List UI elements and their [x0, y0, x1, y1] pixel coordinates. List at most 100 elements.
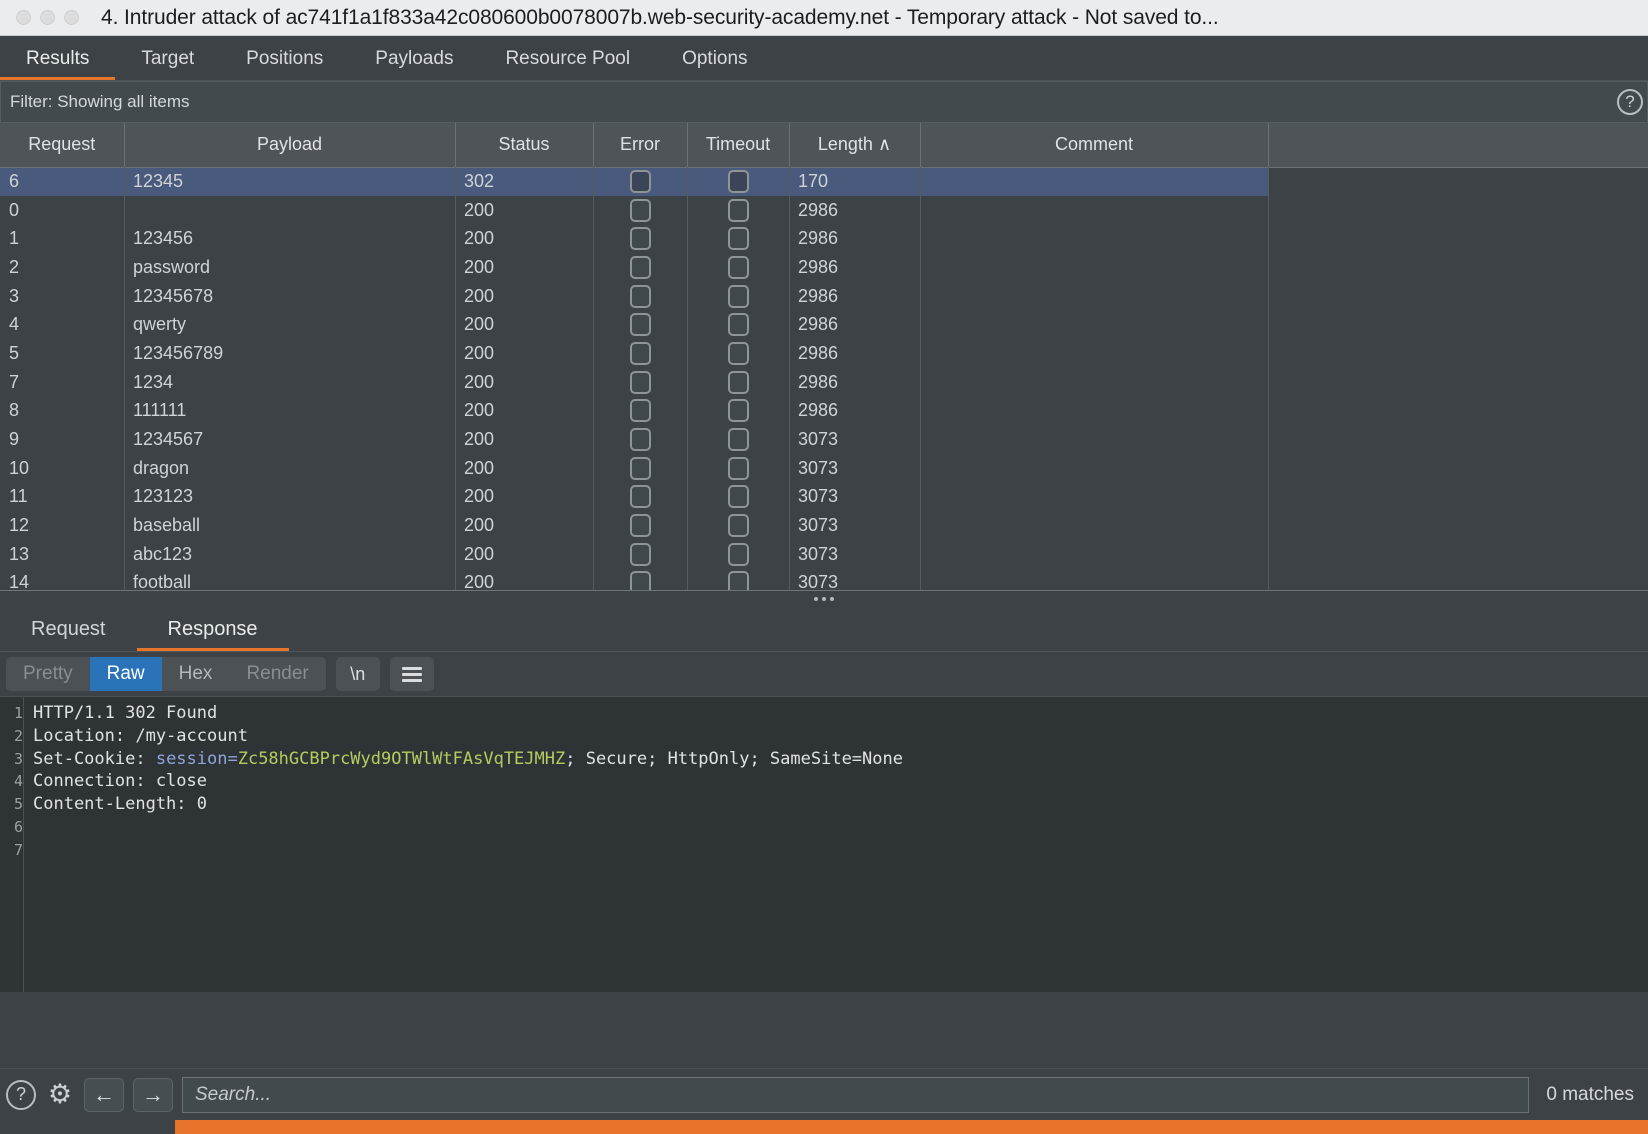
column-header-length[interactable]: Length ∧: [789, 123, 920, 167]
line-number: 1: [0, 702, 23, 725]
maximize-icon[interactable]: [64, 10, 79, 25]
column-header-payload[interactable]: Payload: [124, 123, 455, 167]
timeout-checkbox[interactable]: [728, 543, 749, 566]
table-row[interactable]: 51234567892002986: [0, 339, 1648, 368]
view-mode-hex[interactable]: Hex: [162, 657, 230, 691]
timeout-checkbox[interactable]: [728, 399, 749, 422]
timeout-checkbox[interactable]: [728, 256, 749, 279]
cell-timeout: [687, 368, 789, 397]
search-input[interactable]: [182, 1077, 1529, 1113]
cell-length: 3073: [789, 483, 920, 512]
error-checkbox[interactable]: [630, 485, 651, 508]
arrow-right-icon[interactable]: →: [133, 1078, 173, 1112]
line-number: 4: [0, 770, 23, 793]
table-row[interactable]: 3123456782002986: [0, 282, 1648, 311]
tab-payloads[interactable]: Payloads: [349, 36, 479, 81]
response-line: Set-Cookie: session=Zc58hGCBPrcWyd9OTWlW…: [33, 748, 1648, 771]
timeout-checkbox[interactable]: [728, 342, 749, 365]
error-checkbox[interactable]: [630, 199, 651, 222]
table-row[interactable]: 14football2003073: [0, 569, 1648, 590]
table-row[interactable]: 712342002986: [0, 368, 1648, 397]
tab-response[interactable]: Response: [137, 607, 289, 652]
timeout-checkbox[interactable]: [728, 457, 749, 480]
error-checkbox[interactable]: [630, 514, 651, 537]
timeout-checkbox[interactable]: [728, 313, 749, 336]
arrow-left-icon[interactable]: ←: [84, 1078, 124, 1112]
column-header-error[interactable]: Error: [593, 123, 687, 167]
cell-payload: baseball: [124, 511, 455, 540]
timeout-checkbox[interactable]: [728, 170, 749, 193]
message-menu-button[interactable]: [390, 657, 434, 691]
table-row[interactable]: 10dragon2003073: [0, 454, 1648, 483]
table-row[interactable]: 11234562002986: [0, 224, 1648, 253]
table-row[interactable]: 02002986: [0, 196, 1648, 225]
column-header-request[interactable]: Request: [0, 123, 124, 167]
cell-comment: [920, 511, 1268, 540]
table-row[interactable]: 2password2002986: [0, 253, 1648, 282]
timeout-checkbox[interactable]: [728, 428, 749, 451]
gear-icon[interactable]: ⚙: [45, 1080, 75, 1110]
table-row[interactable]: 81111112002986: [0, 397, 1648, 426]
tab-positions[interactable]: Positions: [220, 36, 349, 81]
error-checkbox[interactable]: [630, 313, 651, 336]
view-mode-pretty[interactable]: Pretty: [6, 657, 90, 691]
view-mode-raw[interactable]: Raw: [90, 657, 162, 691]
timeout-checkbox[interactable]: [728, 371, 749, 394]
minimize-icon[interactable]: [40, 10, 55, 25]
timeout-checkbox[interactable]: [728, 514, 749, 537]
view-mode-render[interactable]: Render: [229, 657, 325, 691]
table-row[interactable]: 12baseball2003073: [0, 511, 1648, 540]
cell-timeout: [687, 196, 789, 225]
error-checkbox[interactable]: [630, 342, 651, 365]
cell-timeout: [687, 511, 789, 540]
error-checkbox[interactable]: [630, 399, 651, 422]
column-header-timeout[interactable]: Timeout: [687, 123, 789, 167]
panel-splitter[interactable]: [0, 590, 1648, 607]
response-line: [33, 816, 1648, 839]
response-line: Content-Length: 0: [33, 793, 1648, 816]
table-row[interactable]: 13abc1232003073: [0, 540, 1648, 569]
tab-request[interactable]: Request: [0, 607, 137, 652]
table-row[interactable]: 4qwerty2002986: [0, 310, 1648, 339]
cell-length: 2986: [789, 196, 920, 225]
results-table-container[interactable]: Request Payload Status Error Timeout Len…: [0, 123, 1648, 590]
close-icon[interactable]: [16, 10, 31, 25]
tab-results[interactable]: Results: [0, 36, 115, 81]
timeout-checkbox[interactable]: [728, 571, 749, 590]
cell-comment: [920, 282, 1268, 311]
error-checkbox[interactable]: [630, 285, 651, 308]
tab-request-label: Request: [31, 618, 106, 641]
error-checkbox[interactable]: [630, 256, 651, 279]
cell-payload: 12345678: [124, 282, 455, 311]
timeout-checkbox[interactable]: [728, 199, 749, 222]
cell-error: [593, 569, 687, 590]
tab-resource-pool[interactable]: Resource Pool: [479, 36, 656, 81]
filter-bar[interactable]: Filter: Showing all items ?: [0, 81, 1648, 123]
table-row[interactable]: 612345302170: [0, 167, 1648, 196]
cell-timeout: [687, 282, 789, 311]
table-row[interactable]: 912345672003073: [0, 425, 1648, 454]
error-checkbox[interactable]: [630, 428, 651, 451]
question-mark-icon[interactable]: ?: [1617, 89, 1643, 115]
question-mark-icon[interactable]: ?: [6, 1080, 36, 1110]
response-body-text[interactable]: HTTP/1.1 302 FoundLocation: /my-accountS…: [24, 697, 1648, 992]
error-checkbox[interactable]: [630, 227, 651, 250]
column-header-comment[interactable]: Comment: [920, 123, 1268, 167]
tab-options[interactable]: Options: [656, 36, 773, 81]
timeout-checkbox[interactable]: [728, 227, 749, 250]
cell-status: 200: [455, 397, 593, 426]
error-checkbox[interactable]: [630, 571, 651, 590]
newline-toggle-button[interactable]: \n: [336, 657, 380, 691]
error-checkbox[interactable]: [630, 457, 651, 480]
error-checkbox[interactable]: [630, 543, 651, 566]
error-checkbox[interactable]: [630, 170, 651, 193]
tab-target[interactable]: Target: [115, 36, 220, 81]
response-viewer[interactable]: 1234567 HTTP/1.1 302 FoundLocation: /my-…: [0, 696, 1648, 992]
timeout-checkbox[interactable]: [728, 285, 749, 308]
timeout-checkbox[interactable]: [728, 485, 749, 508]
error-checkbox[interactable]: [630, 371, 651, 394]
tab-resource-pool-label: Resource Pool: [505, 48, 630, 70]
column-header-status[interactable]: Status: [455, 123, 593, 167]
cell-comment: [920, 397, 1268, 426]
table-row[interactable]: 111231232003073: [0, 483, 1648, 512]
